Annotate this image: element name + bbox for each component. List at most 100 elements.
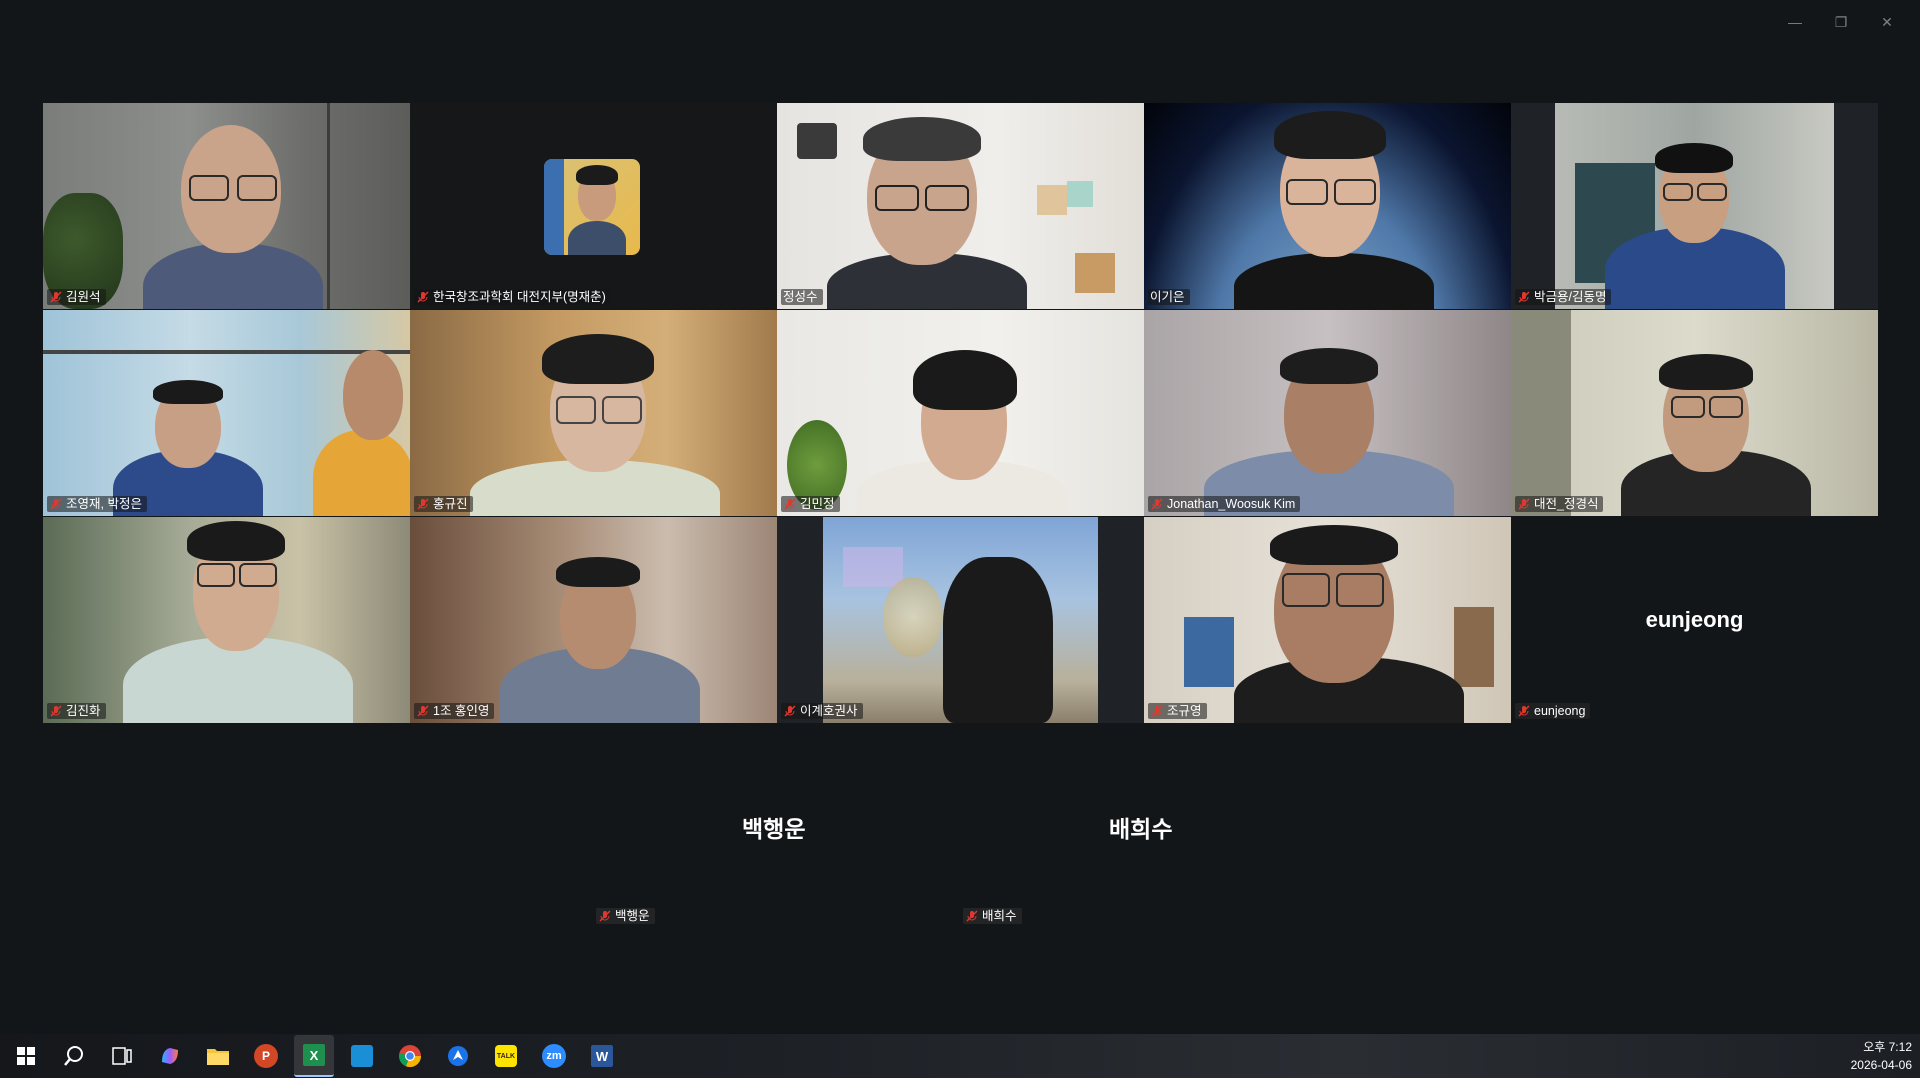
video-feed [410, 517, 777, 723]
video-feed [43, 310, 410, 516]
video-feed [43, 517, 410, 723]
video-feed [823, 517, 1098, 723]
video-feed [1144, 517, 1511, 723]
participant-name: 대전_정경식 [1534, 497, 1599, 511]
window-controls: — ❐ ✕ [1772, 8, 1910, 36]
participant-name-label: 박금용/김동명 [1515, 289, 1612, 305]
participant-name-label: 백행운 [596, 908, 655, 924]
participant-name: 이계호권사 [800, 704, 858, 718]
participant-tile[interactable]: 김진화 [43, 517, 410, 723]
participant-tile[interactable]: 대전_정경식 [1511, 310, 1878, 516]
participant-tile[interactable]: 조영재, 박정은 [43, 310, 410, 516]
participant-name-label: 한국창조과학회 대전지부(명재춘) [414, 289, 611, 305]
participant-tile-video-off[interactable]: eunjeong eunjeong [1511, 517, 1878, 723]
participant-name-label: 김진화 [47, 703, 106, 719]
participant-name: eunjeong [1534, 704, 1586, 718]
muted-mic-icon [1518, 498, 1530, 510]
clock-time: 오후 7:12 [1863, 1040, 1912, 1054]
participant-name: 이기은 [1150, 290, 1185, 304]
participant-tile-active-speaker[interactable]: 이기은 [1144, 103, 1511, 309]
participant-name-label: 대전_정경식 [1515, 496, 1604, 512]
participant-name: 조영재, 박정은 [66, 497, 142, 511]
participant-name-label: 김민정 [781, 496, 840, 512]
minimize-button[interactable]: — [1772, 8, 1818, 36]
kakaotalk-icon[interactable]: TALK [486, 1036, 526, 1076]
task-view-icon[interactable] [102, 1036, 142, 1076]
muted-mic-icon [50, 291, 62, 303]
participant-name-label: 이기은 [1148, 289, 1190, 305]
chrome-icon[interactable] [390, 1036, 430, 1076]
participant-tile[interactable]: 한국창조과학회 대전지부(명재춘) [410, 103, 777, 309]
participant-tile[interactable]: 1조 홍인영 [410, 517, 777, 723]
participant-name-label: 조규영 [1148, 703, 1207, 719]
muted-mic-icon [966, 910, 978, 922]
participant-name: 1조 홍인영 [433, 704, 490, 718]
participant-name-label: 조영재, 박정은 [47, 496, 147, 512]
system-clock[interactable]: 오후 7:12 2026-04-06 [1851, 1038, 1912, 1074]
video-feed [1555, 103, 1834, 309]
video-feed [1144, 103, 1511, 309]
participant-name: Jonathan_Woosuk Kim [1167, 497, 1296, 511]
muted-mic-icon [417, 291, 429, 303]
participant-tile[interactable]: 박금용/김동명 [1511, 103, 1878, 309]
muted-mic-icon [784, 498, 796, 510]
video-feed [43, 103, 410, 309]
participant-name-label: 홍규진 [414, 496, 473, 512]
video-feed [777, 103, 1144, 309]
participant-name: 백행운 [615, 909, 650, 923]
zoom-icon[interactable]: zm [534, 1036, 574, 1076]
muted-mic-icon [1151, 705, 1163, 717]
muted-mic-icon [1518, 705, 1530, 717]
participant-name: 김원석 [66, 290, 101, 304]
clock-date: 2026-04-06 [1850, 1058, 1912, 1072]
participant-name: 김민정 [800, 497, 835, 511]
participant-name-label: 이계호권사 [781, 703, 863, 719]
video-feed [777, 310, 1144, 516]
copilot-icon[interactable] [150, 1036, 190, 1076]
participant-name: 박금용/김동명 [1534, 290, 1607, 304]
pinned-app-icon[interactable] [438, 1036, 478, 1076]
participant-name-label: 김원석 [47, 289, 106, 305]
video-feed [410, 310, 777, 516]
video-feed [1144, 310, 1511, 516]
windows-start-icon[interactable] [6, 1036, 46, 1076]
muted-mic-icon [784, 705, 796, 717]
taskbar: P X TALK zm W 오후 7:12 2026-04-06 [0, 1034, 1920, 1078]
participant-display-name: eunjeong [1645, 607, 1744, 632]
participant-tile[interactable]: 조규영 [1144, 517, 1511, 723]
participant-tile[interactable]: Jonathan_Woosuk Kim [1144, 310, 1511, 516]
powerpoint-icon[interactable]: P [246, 1036, 286, 1076]
participant-name-label: 배희수 [963, 908, 1022, 924]
participant-name-label: 정성수 [781, 289, 823, 305]
file-explorer-icon[interactable] [198, 1036, 238, 1076]
participant-name: 정성수 [783, 290, 818, 304]
participant-tile[interactable]: 홍규진 [410, 310, 777, 516]
participant-tile[interactable]: 김민정 [777, 310, 1144, 516]
participant-name: 한국창조과학회 대전지부(명재춘) [433, 290, 606, 304]
participant-name-label: eunjeong [1515, 703, 1591, 719]
participant-tile[interactable]: 이계호권사 [777, 517, 1144, 723]
video-feed [1511, 310, 1878, 516]
profile-picture [410, 103, 777, 309]
participant-name-label: 1조 홍인영 [414, 703, 495, 719]
search-icon[interactable] [54, 1036, 94, 1076]
participant-name: 홍규진 [433, 497, 468, 511]
muted-mic-icon [599, 910, 611, 922]
participant-display-name: 배희수 [1109, 816, 1173, 842]
participant-name-label: Jonathan_Woosuk Kim [1148, 496, 1301, 512]
muted-mic-icon [50, 498, 62, 510]
participant-tile[interactable]: 김원석 [43, 103, 410, 309]
gallery-grid: 김원석 한국창조과학회 대전지부(명재춘) 정성수 이기은 박금용/김동명 조영… [43, 103, 1881, 723]
participant-name: 배희수 [982, 909, 1017, 923]
muted-mic-icon [417, 705, 429, 717]
muted-mic-icon [50, 705, 62, 717]
restore-button[interactable]: ❐ [1818, 8, 1864, 36]
excel-icon[interactable]: X [294, 1035, 334, 1077]
store-icon[interactable] [342, 1036, 382, 1076]
word-icon[interactable]: W [582, 1036, 622, 1076]
close-button[interactable]: ✕ [1864, 8, 1910, 36]
muted-mic-icon [417, 498, 429, 510]
muted-mic-icon [1518, 291, 1530, 303]
participant-tile[interactable]: 정성수 [777, 103, 1144, 309]
participant-name: 김진화 [66, 704, 101, 718]
